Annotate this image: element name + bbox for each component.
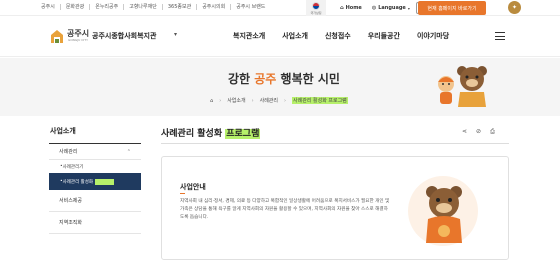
language-label: Language (378, 5, 406, 11)
national-symbol-link[interactable]: 국가상징 (306, 0, 326, 16)
home-icon: ⌂ (340, 5, 344, 11)
card-body: 지역사회 내 심리·정서, 경제, 의료 등 다양하고 복합적인 일상생활에 어… (180, 199, 390, 220)
page-tools: ⋖ ⊘ ⎙ (462, 128, 495, 136)
link-icon[interactable]: ⊘ (476, 128, 481, 136)
gnb-programs[interactable]: 사업소개 (282, 31, 308, 41)
sub-banner: 강한 공주 행복한 시민 ⌂ › 사업소개 › 사례관리 › 사례관리 활성화 … (0, 58, 560, 116)
banner-slogan: 강한 공주 행복한 시민 (228, 70, 340, 87)
util-link-brand[interactable]: 공주시 브랜드 (231, 4, 270, 10)
page-title-text: 사례관리 활성화 (161, 129, 226, 139)
sidebar-subitem-highlight: 프로그램 (95, 178, 114, 185)
card-title: 사업안내 (180, 183, 206, 191)
sidebar-title: 사업소개 (49, 124, 141, 144)
sidebar-item-label: 사례관리 (59, 149, 78, 155)
flag-label: 국가상징 (310, 10, 322, 15)
chevron-right-icon: › (251, 97, 254, 104)
card-title-accent (180, 193, 185, 194)
share-icon[interactable]: ⋖ (462, 128, 467, 136)
sidebar-item-label: 서비스제공 (59, 198, 83, 204)
sidebar-item-service[interactable]: 서비스제공 (49, 190, 141, 212)
breadcrumb-item-programs[interactable]: 사업소개 (227, 97, 245, 104)
breadcrumb-item-current: 사례관리 활성화 프로그램 (292, 97, 348, 104)
page-title-highlight: 프로그램 (225, 129, 261, 139)
logo-subtext: GONGJU CITY (68, 38, 88, 42)
homepage-shortcut-button[interactable]: 현재 홈페이지 바로가기 (418, 1, 486, 15)
mascot-bear-icon (426, 186, 462, 243)
shortcut-icon[interactable]: ✦ (508, 1, 521, 14)
language-selector[interactable]: ◍ Language ▾ (372, 5, 410, 11)
global-nav: 복지관소개 사업소개 신청접수 우리들공간 이야기마당 (233, 31, 449, 41)
program-info-card: 사업안내 지역사회 내 심리·정서, 경제, 의료 등 다양하고 복합적인 일상… (161, 156, 509, 260)
util-link-gongju[interactable]: 공주시 (36, 4, 61, 10)
slogan-accent: 공주 (254, 72, 277, 86)
sidebar: 사업소개 사례관리 ⌃ • 사례관리기 • 사례관리 활성화 프로그램 서비스제공… (49, 124, 141, 267)
slogan-part1: 강한 (228, 72, 255, 86)
chevron-right-icon: › (219, 97, 222, 104)
util-link-onnuri[interactable]: 온누리공주 (90, 4, 125, 10)
breadcrumb: ⌂ › 사업소개 › 사례관리 › 사례관리 활성화 프로그램 (210, 97, 348, 104)
chevron-down-icon: ▾ (407, 5, 410, 11)
util-link-council[interactable]: 공주시의회 (197, 4, 232, 10)
sidebar-item-community[interactable]: 지역조직화 (49, 212, 141, 234)
chevron-right-icon: › (284, 97, 286, 104)
globe-icon: ◍ (371, 5, 377, 11)
gnb-stories[interactable]: 이야기마당 (417, 31, 449, 41)
sidebar-subitem-label: 사례관리 활성화 (62, 179, 94, 185)
sidebar-subitem-label: 사례관리기 (62, 164, 84, 170)
hamburger-menu-icon[interactable] (495, 32, 505, 40)
gnb-space[interactable]: 우리들공간 (368, 31, 400, 41)
page-title: 사례관리 활성화 프로그램 (161, 126, 261, 139)
chevron-up-icon: ⌃ (126, 148, 131, 155)
print-icon[interactable]: ⎙ (490, 128, 495, 136)
gnb-apply[interactable]: 신청접수 (325, 31, 351, 41)
home-label: Home (345, 5, 362, 11)
util-link-culture[interactable]: 문화관광 (61, 4, 91, 10)
util-link-365[interactable]: 365종보관 (163, 4, 198, 10)
utility-bar: 공주시 문화관광 온누리공주 고향나루재단 365종보관 공주시의회 공주시 브… (0, 0, 560, 16)
sidebar-item-case-management[interactable]: 사례관리 ⌃ (49, 144, 141, 160)
home-icon[interactable]: ⌂ (210, 98, 213, 104)
utility-right: 국가상징 ⌂ Home ◍ Language ▾ 가 (306, 0, 428, 16)
main-header: 공주시 GONGJU CITY 공주시종합사회복지관 ▾ 복지관소개 사업소개 … (0, 17, 560, 57)
utility-links: 공주시 문화관광 온누리공주 고향나루재단 365종보관 공주시의회 공주시 브… (36, 4, 270, 10)
gnb-about[interactable]: 복지관소개 (233, 31, 265, 41)
slogan-part2: 행복한 시민 (276, 72, 340, 86)
breadcrumb-item-case[interactable]: 사례관리 (260, 97, 278, 104)
util-link-foundation[interactable]: 고향나루재단 (124, 4, 163, 10)
org-name[interactable]: 공주시종합사회복지관 (92, 31, 156, 41)
home-link[interactable]: ⌂ Home (340, 5, 362, 11)
mascot-bear-icon (457, 66, 487, 107)
sidebar-item-label: 지역조직화 (59, 220, 83, 226)
chevron-down-icon[interactable]: ▾ (174, 31, 177, 38)
sidebar-subitem-case-mgmt[interactable]: • 사례관리기 (49, 160, 141, 173)
sidebar-subitem-activation[interactable]: • 사례관리 활성화 프로그램 (49, 173, 141, 190)
divider (161, 143, 509, 144)
taegukgi-icon (312, 1, 320, 10)
city-logo-icon[interactable] (49, 29, 65, 44)
